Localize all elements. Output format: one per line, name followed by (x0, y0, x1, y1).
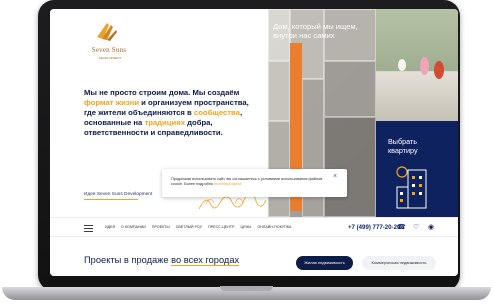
idea-link[interactable]: Идея Seven Suns Development (84, 192, 152, 198)
nav-item-idea[interactable]: ИДЕЯ (105, 225, 115, 229)
nav-item-svetly-row[interactable]: СВЕТЛЫЙ РОУ (176, 225, 202, 229)
cookie-policy-link[interactable]: политика сайта (214, 182, 241, 186)
nav-item-press-center[interactable]: ПРЕСС-ЦЕНТР (208, 225, 234, 229)
laptop-notch (220, 286, 273, 291)
brand-subtitle: DEVELOPMENT (98, 56, 122, 60)
heart-icon[interactable]: ♡ (412, 224, 420, 232)
hero-photo-caption: Дом, который мы ищем, внутри нас самих (273, 22, 358, 40)
main-navigation: ИДЕЯ О КОМПАНИИ ПРОЕКТЫ СВЕТЛЫЙ РОУ ПРЕС… (50, 217, 458, 237)
playground-photo (376, 9, 458, 121)
projects-title-colon: : (227, 256, 230, 265)
hero-statement: Мы не просто строим дома. Мы создаём фор… (84, 88, 256, 138)
building-icon (396, 166, 427, 209)
hero-highlight-community: сообщества (193, 108, 240, 117)
nav-items: ИДЕЯ О КОМПАНИИ ПРОЕКТЫ СВЕТЛЫЙ РОУ ПРЕС… (105, 225, 291, 229)
cookie-message: Продолжая использовать сайт, вы соглашае… (171, 177, 323, 186)
nav-icons: ☎ ♡ ◉ (397, 224, 435, 232)
hero-highlight-traditions: традициях (144, 118, 185, 127)
user-icon[interactable]: ◉ (427, 224, 435, 232)
close-icon[interactable]: × (333, 173, 339, 180)
brand-logo[interactable]: Seven Suns DEVELOPMENT (80, 21, 138, 65)
laptop-screen: Seven Suns DEVELOPMENT Мы не просто стро… (50, 9, 458, 276)
brand-title: Seven Suns (91, 46, 127, 54)
nav-item-projects[interactable]: ПРОЕКТЫ (152, 225, 170, 229)
nav-item-online-purchase[interactable]: ОНЛАЙН-ПОКУПКА (257, 225, 291, 229)
child-figure (398, 59, 406, 71)
idea-link-underline (84, 199, 138, 200)
phone-icon[interactable]: ☎ (397, 224, 406, 232)
sun-rays-icon (97, 23, 117, 41)
cookie-banner: Продолжая использовать сайт, вы соглашае… (162, 169, 347, 197)
projects-title: Проекты в продаже во всех городах (84, 255, 240, 266)
nav-item-prices[interactable]: ЦЕНЫ (241, 225, 252, 229)
tab-residential[interactable]: Жилая недвижимость (296, 256, 353, 270)
phone-number[interactable]: +7 (499) 777-20-20 (348, 224, 400, 231)
hero-highlight-format: формат жизни (84, 98, 140, 107)
hero-text-part1: Мы не просто строим дома. Мы создаём (84, 88, 240, 97)
adult-figure (420, 57, 429, 75)
choose-apartment-card[interactable]: Выбрать квартиру (376, 121, 458, 217)
stage: Seven Suns DEVELOPMENT Мы не просто стро… (0, 0, 493, 306)
tab-commercial[interactable]: Коммерческая недвижимость (362, 256, 436, 270)
projects-section: Проекты в продаже во всех городах : Жила… (50, 238, 458, 276)
hamburger-menu-icon[interactable] (84, 223, 93, 232)
choose-apartment-title: Выбрать квартиру (388, 137, 418, 155)
cookie-banner-text: Продолжая использовать сайт, вы соглашае… (171, 177, 335, 187)
projects-title-prefix: Проекты в продаже (84, 255, 172, 265)
adult-figure-2 (434, 61, 444, 79)
nav-item-company[interactable]: О КОМПАНИИ (121, 225, 146, 229)
